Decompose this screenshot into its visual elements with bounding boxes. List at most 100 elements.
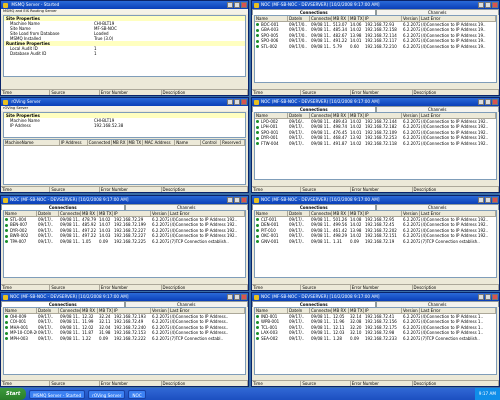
column-header-lasterror[interactable]: Last Error bbox=[420, 211, 496, 216]
column-header-ip[interactable]: IP bbox=[364, 308, 402, 313]
property-row[interactable]: IP Address 192.168.52.38 bbox=[4, 123, 245, 128]
column-header-connected[interactable]: Connected bbox=[59, 308, 81, 313]
column-header-name[interactable]: Name bbox=[4, 211, 37, 216]
close-button[interactable] bbox=[492, 197, 498, 203]
noc-titlebar[interactable]: NOC (MF-SB-NOC - DEVSERVER) [10/2/2008 9… bbox=[252, 293, 499, 301]
column-header-connected[interactable]: Connected bbox=[310, 308, 332, 313]
column-header-ip[interactable]: IP bbox=[113, 211, 151, 216]
column-header-ip[interactable]: IP bbox=[113, 308, 151, 313]
table-row[interactable]: TPA-007 09/17/.. 09/08 11.. 1.05 0.09 192.168… bbox=[4, 239, 245, 245]
msmq-titlebar[interactable]: MSMQ Server - Started bbox=[1, 1, 248, 9]
column-header-name[interactable]: Name bbox=[255, 16, 288, 21]
minimize-button[interactable] bbox=[227, 294, 233, 300]
column-header-version[interactable]: Version bbox=[402, 113, 420, 118]
tab-channels[interactable]: Channels bbox=[375, 9, 499, 15]
noc-titlebar[interactable]: NOC (MF-SB-NOC - DEVSERVER) [10/2/2008 9… bbox=[252, 1, 499, 9]
table-row[interactable]: FTW-004 09/17/.. 09/08 11.. 491.87 14.02 192.… bbox=[255, 141, 496, 147]
column-header-connected[interactable]: Connected bbox=[310, 113, 332, 118]
close-button[interactable] bbox=[492, 99, 498, 105]
close-button[interactable] bbox=[241, 99, 247, 105]
column-header-mbtx[interactable]: MB TX bbox=[98, 211, 113, 216]
tab-channels[interactable]: Channels bbox=[375, 204, 499, 210]
roving-property-grid[interactable]: Site Properties Machine Name CHI-BLT19 IP… bbox=[3, 112, 246, 138]
maximize-button[interactable] bbox=[485, 2, 491, 8]
tab-connections[interactable]: Connections bbox=[252, 9, 376, 15]
noc-titlebar[interactable]: NOC (MF-SB-NOC - DEVSERVER) [10/2/2008 9… bbox=[252, 196, 499, 204]
minimize-button[interactable] bbox=[227, 2, 233, 8]
column-header-name[interactable]: Name bbox=[255, 113, 288, 118]
column-header-name[interactable]: Name bbox=[255, 211, 288, 216]
column-header-mbtx[interactable]: MB TX bbox=[349, 16, 364, 21]
noc-titlebar[interactable]: NOC (MF-SB-NOC - DEVSERVER) [10/2/2008 9… bbox=[252, 98, 499, 106]
column-header-mbtx[interactable]: MB TX bbox=[98, 308, 113, 313]
machine-grid[interactable]: MachineName IP Address Connected MB RX M… bbox=[3, 139, 246, 185]
tab-connections[interactable]: Connections bbox=[252, 301, 376, 307]
noc-titlebar[interactable]: NOC (MF-SB-NOC - DEVSERVER) [10/2/2008 9… bbox=[1, 196, 248, 204]
table-row[interactable]: MPH-003 09/17/.. 09/08 11.. 1.22 0.09 192.168… bbox=[4, 336, 245, 342]
tab-channels[interactable]: Channels bbox=[375, 106, 499, 112]
tab-connections[interactable]: Connections bbox=[1, 204, 125, 210]
column-header-datein[interactable]: DateIn bbox=[37, 308, 59, 313]
table-row[interactable]: STL-002 09/17/0.. 09/08 11.. 5.79 0.60 192.16… bbox=[255, 44, 496, 50]
column-header-mbrx[interactable]: MB RX bbox=[332, 308, 349, 313]
tab-connections[interactable]: Connections bbox=[1, 301, 125, 307]
minimize-button[interactable] bbox=[478, 197, 484, 203]
column-header-mbrx[interactable]: MB RX bbox=[332, 113, 349, 118]
column-header-connected[interactable]: Connected bbox=[310, 16, 332, 21]
column-header-lasterror[interactable]: Last Error bbox=[420, 16, 496, 21]
connections-grid[interactable]: Name DateIn Connected MB RX MB TX IP Version La… bbox=[254, 307, 497, 375]
minimize-button[interactable] bbox=[478, 294, 484, 300]
minimize-button[interactable] bbox=[478, 2, 484, 8]
connections-grid[interactable]: Name DateIn Connected MB RX MB TX IP Version La… bbox=[254, 112, 497, 180]
connections-grid[interactable]: Name DateIn Connected MB RX MB TX IP Version La… bbox=[254, 210, 497, 278]
column-header-mbtx[interactable]: MB TX bbox=[349, 308, 364, 313]
column-header-version[interactable]: Version bbox=[151, 308, 169, 313]
maximize-button[interactable] bbox=[234, 197, 240, 203]
column-header-datein[interactable]: DateIn bbox=[37, 211, 59, 216]
column-header-connected[interactable]: Connected bbox=[59, 211, 81, 216]
tab-channels[interactable]: Channels bbox=[375, 301, 499, 307]
table-row[interactable]: GNV-001 09/17/.. 09/08 11.. 1.31 0.09 192.168… bbox=[255, 239, 496, 245]
column-header-datein[interactable]: DateIn bbox=[288, 16, 310, 21]
column-header-mbrx[interactable]: MB RX bbox=[332, 211, 349, 216]
column-header-version[interactable]: Version bbox=[151, 211, 169, 216]
taskbar-item-noc[interactable]: NOC bbox=[128, 389, 146, 399]
taskbar-item-roving[interactable]: rOVing Server bbox=[88, 389, 126, 399]
maximize-button[interactable] bbox=[485, 99, 491, 105]
tab-channels[interactable]: Channels bbox=[124, 301, 248, 307]
column-header-lasterror[interactable]: Last Error bbox=[169, 211, 245, 216]
table-row[interactable]: SEA-002 09/17/.. 09/08 11.. 1.28 0.09 192.168… bbox=[255, 336, 496, 342]
column-header-connected[interactable]: Connected bbox=[310, 211, 332, 216]
column-header-lasterror[interactable]: Last Error bbox=[420, 308, 496, 313]
column-header-mbrx[interactable]: MB RX bbox=[332, 16, 349, 21]
column-header-lasterror[interactable]: Last Error bbox=[420, 113, 496, 118]
close-button[interactable] bbox=[492, 2, 498, 8]
column-header-mbrx[interactable]: MB RX bbox=[81, 308, 98, 313]
column-header-version[interactable]: Version bbox=[402, 308, 420, 313]
minimize-button[interactable] bbox=[478, 99, 484, 105]
column-header-ip[interactable]: IP bbox=[364, 113, 402, 118]
column-header-datein[interactable]: DateIn bbox=[288, 211, 310, 216]
tab-connections[interactable]: Connections bbox=[252, 204, 376, 210]
column-header-name[interactable]: Name bbox=[4, 308, 37, 313]
column-header-mbtx[interactable]: MB TX bbox=[349, 211, 364, 216]
column-header-name[interactable]: Name bbox=[255, 308, 288, 313]
column-header-version[interactable]: Version bbox=[402, 16, 420, 21]
close-button[interactable] bbox=[241, 294, 247, 300]
column-header-datein[interactable]: DateIn bbox=[288, 308, 310, 313]
connections-grid[interactable]: Name DateIn Connected MB RX MB TX IP Version La… bbox=[3, 307, 246, 375]
noc-titlebar[interactable]: NOC (MF-SB-NOC - DEVSERVER) [10/2/2008 9… bbox=[1, 293, 248, 301]
close-button[interactable] bbox=[492, 294, 498, 300]
msmq-property-grid[interactable]: Site Properties Machine Name CHI-BLT19 Si… bbox=[3, 15, 246, 77]
maximize-button[interactable] bbox=[234, 99, 240, 105]
property-row[interactable]: Database Audit ID 1 bbox=[4, 51, 245, 56]
maximize-button[interactable] bbox=[485, 197, 491, 203]
connections-grid[interactable]: Name DateIn Connected MB RX MB TX IP Version La… bbox=[3, 210, 246, 278]
column-header-lasterror[interactable]: Last Error bbox=[169, 308, 245, 313]
column-header-datein[interactable]: DateIn bbox=[288, 113, 310, 118]
maximize-button[interactable] bbox=[485, 294, 491, 300]
minimize-button[interactable] bbox=[227, 197, 233, 203]
column-header-mbrx[interactable]: MB RX bbox=[81, 211, 98, 216]
maximize-button[interactable] bbox=[234, 294, 240, 300]
tab-channels[interactable]: Channels bbox=[124, 204, 248, 210]
